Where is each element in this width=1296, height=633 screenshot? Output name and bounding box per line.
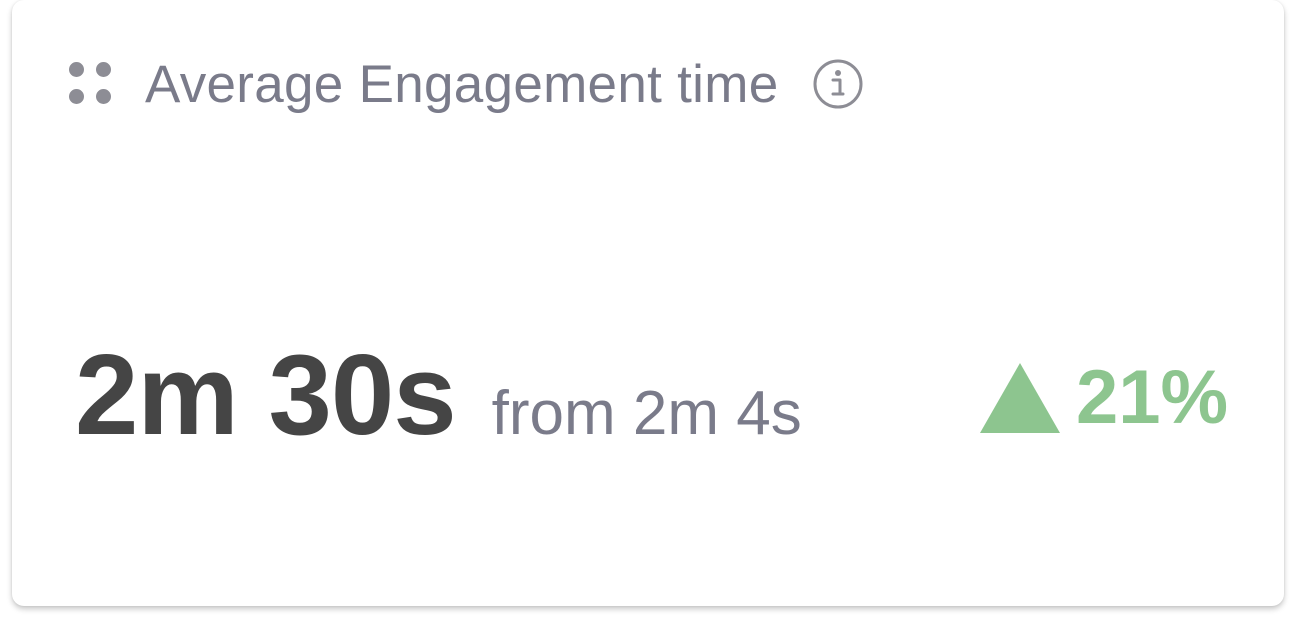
- card-header: Average Engagement time: [69, 52, 864, 116]
- delta-indicator: 21%: [980, 360, 1228, 436]
- metric-comparison: from 2m 4s: [491, 379, 802, 448]
- card-title: Average Engagement time: [145, 54, 779, 114]
- delta-percentage: 21%: [1076, 355, 1229, 440]
- triangle-up-icon: [980, 363, 1060, 433]
- drag-handle-icon[interactable]: [69, 62, 113, 106]
- metric-value: 2m 30s: [75, 332, 457, 459]
- info-icon[interactable]: [812, 58, 864, 110]
- engagement-time-card: Average Engagement time 2m 30s from 2m 4…: [12, 0, 1284, 606]
- metric-row: 2m 30s from 2m 4s: [75, 330, 802, 461]
